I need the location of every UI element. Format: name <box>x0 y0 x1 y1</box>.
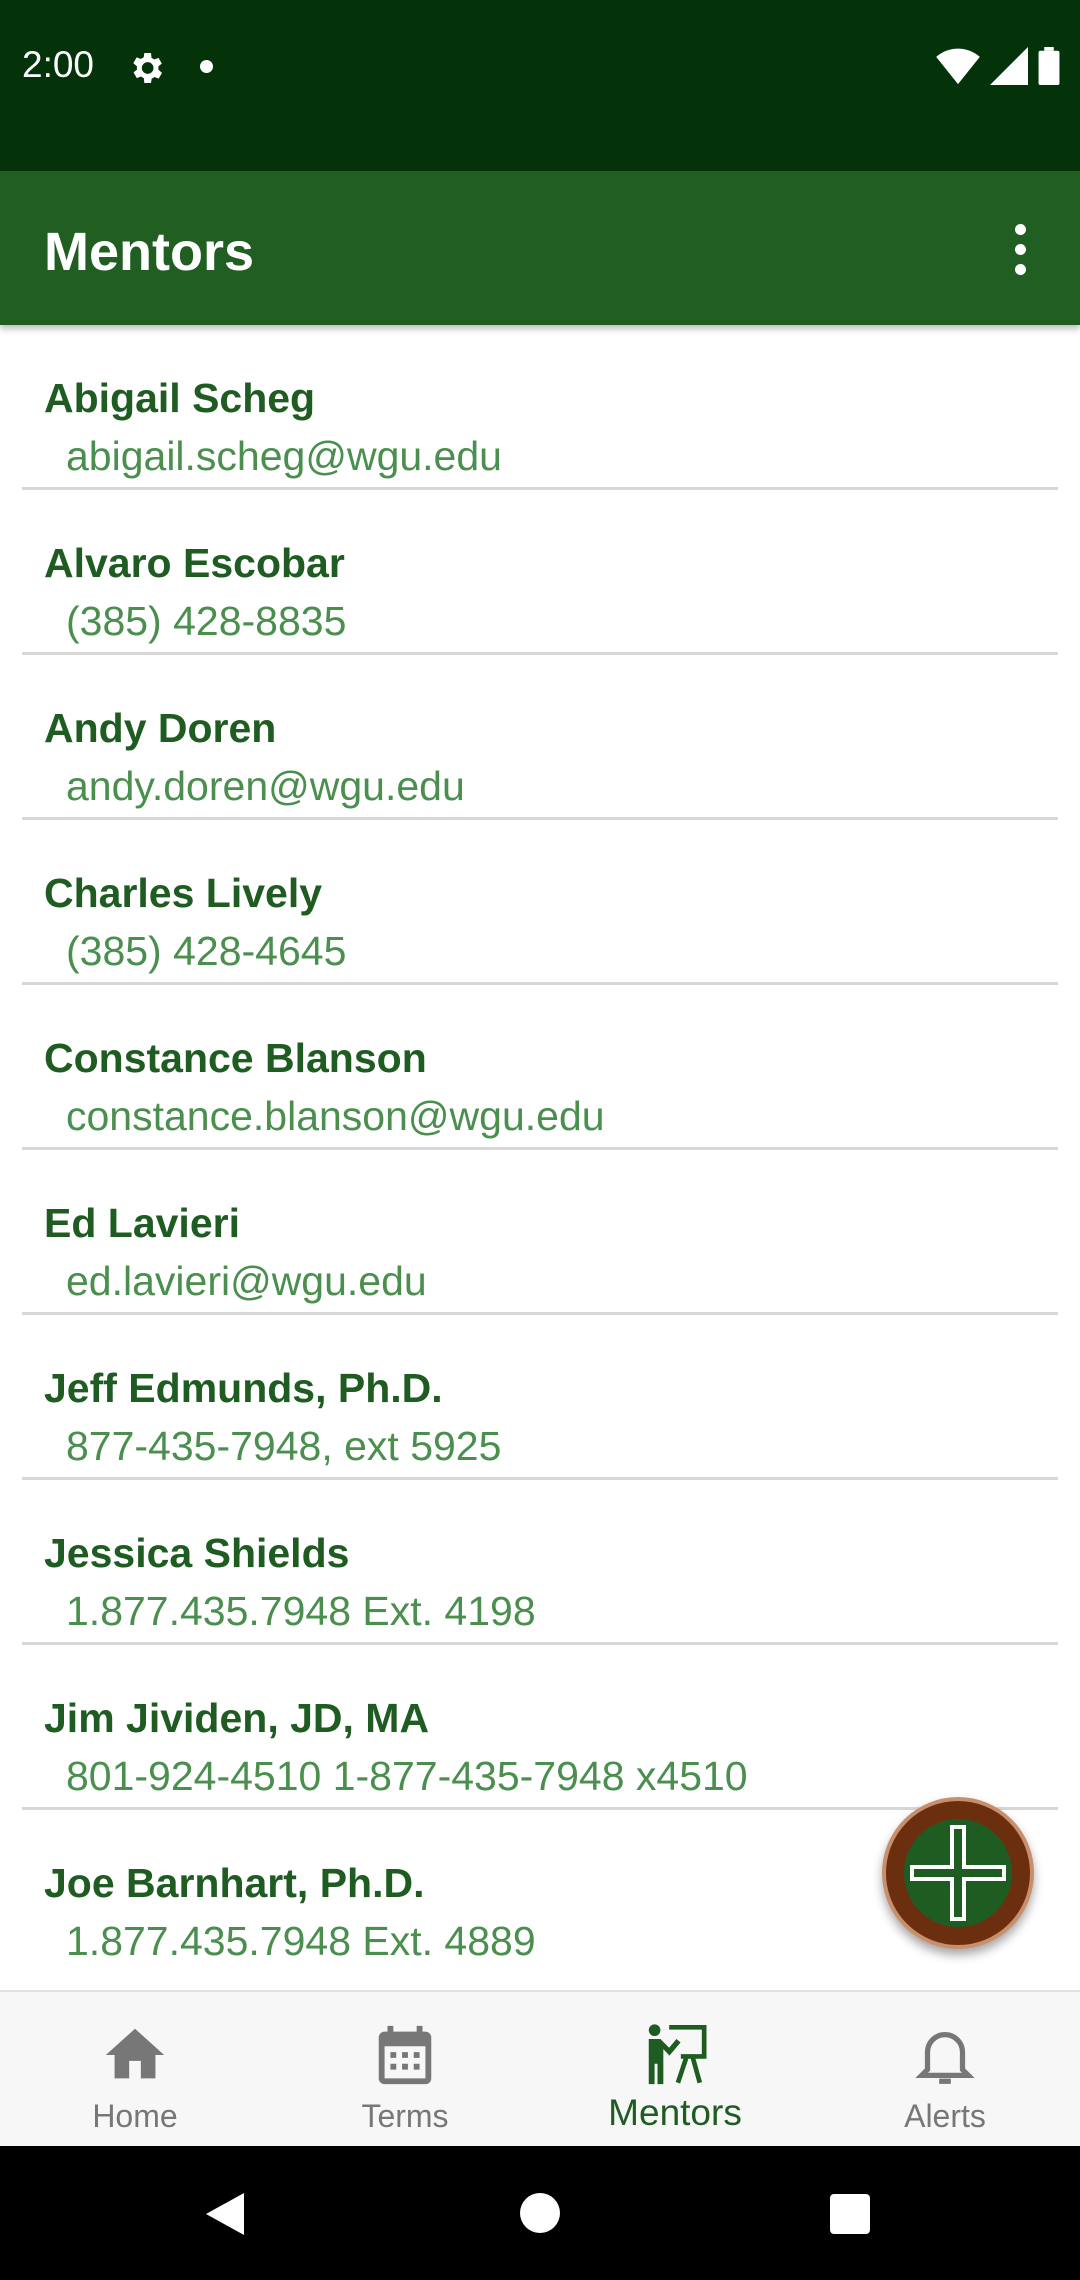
mentor-name: Alvaro Escobar <box>44 540 345 586</box>
list-item[interactable]: Alvaro Escobar (385) 428-8835 <box>0 490 1080 655</box>
list-item[interactable]: Constance Blanson constance.blanson@wgu.… <box>0 985 1080 1150</box>
recents-square-icon[interactable] <box>829 2194 871 2234</box>
mentor-icon <box>640 2020 710 2090</box>
home-circle-icon[interactable] <box>519 2192 561 2234</box>
settings-gear-icon <box>126 48 166 88</box>
mentor-contact: (385) 428-8835 <box>66 598 347 644</box>
mentor-contact: andy.doren@wgu.edu <box>66 763 465 809</box>
overflow-menu-icon[interactable] <box>990 219 1050 279</box>
mentor-name: Jessica Shields <box>44 1530 350 1576</box>
mentor-contact: abigail.scheg@wgu.edu <box>66 433 502 479</box>
mentor-name: Ed Lavieri <box>44 1200 240 1246</box>
mentor-contact: ed.lavieri@wgu.edu <box>66 1258 427 1304</box>
list-item[interactable]: Jessica Shields 1.877.435.7948 Ext. 4198 <box>0 1480 1080 1645</box>
list-item[interactable]: Jeff Edmunds, Ph.D. 877-435-7948, ext 59… <box>0 1315 1080 1480</box>
system-navigation-bar <box>0 2146 1080 2280</box>
mentor-name: Constance Blanson <box>44 1035 427 1081</box>
status-indicators <box>936 46 1060 91</box>
cell-signal-icon <box>990 46 1028 90</box>
mentor-contact: 801-924-4510 1-877-435-7948 x4510 <box>66 1753 748 1799</box>
mentor-name: Jim Jividen, JD, MA <box>44 1695 430 1741</box>
nav-home[interactable]: Home <box>0 1992 270 2148</box>
mentor-name: Joe Barnhart, Ph.D. <box>44 1860 425 1906</box>
status-time: 2:00 <box>22 44 95 85</box>
nav-alerts[interactable]: Alerts <box>810 1992 1080 2148</box>
list-item[interactable]: Jim Jividen, JD, MA 801-924-4510 1-877-4… <box>0 1645 1080 1810</box>
add-mentor-button[interactable] <box>882 1797 1034 1949</box>
mentor-contact: constance.blanson@wgu.edu <box>66 1093 605 1139</box>
nav-terms[interactable]: Terms <box>270 1992 540 2148</box>
wifi-icon <box>936 46 980 91</box>
nav-mentors[interactable]: Mentors <box>540 1992 810 2148</box>
list-item[interactable]: Abigail Scheg abigail.scheg@wgu.edu <box>0 325 1080 490</box>
home-icon <box>100 2020 170 2090</box>
status-bar: 2:00 <box>0 0 1080 171</box>
mentor-name: Jeff Edmunds, Ph.D. <box>44 1365 443 1411</box>
list-item[interactable]: Ed Lavieri ed.lavieri@wgu.edu <box>0 1150 1080 1315</box>
page-title: Mentors <box>44 222 255 282</box>
mentor-name: Abigail Scheg <box>44 375 316 421</box>
plus-icon <box>904 1819 1012 1927</box>
nav-terms-label: Terms <box>361 2098 449 2134</box>
mentor-contact: (385) 428-4645 <box>66 928 347 974</box>
battery-icon <box>1038 46 1060 90</box>
list-item[interactable]: Charles Lively (385) 428-4645 <box>0 820 1080 985</box>
mentor-name: Andy Doren <box>44 705 277 751</box>
mentor-contact: 1.877.435.7948 Ext. 4889 <box>66 1918 536 1964</box>
calendar-icon <box>370 2020 440 2090</box>
nav-alerts-label: Alerts <box>904 2098 986 2134</box>
back-icon[interactable] <box>204 2191 246 2237</box>
notification-dot-icon <box>200 60 213 73</box>
bell-icon <box>910 2020 980 2090</box>
app-bar: Mentors <box>0 171 1080 325</box>
bottom-navigation: Home Terms Mentors Alerts <box>0 1990 1080 2148</box>
nav-home-label: Home <box>92 2098 178 2134</box>
list-item[interactable]: Andy Doren andy.doren@wgu.edu <box>0 655 1080 820</box>
mentor-list: Abigail Scheg abigail.scheg@wgu.edu Alva… <box>0 325 1080 1990</box>
mentor-contact: 1.877.435.7948 Ext. 4198 <box>66 1588 536 1634</box>
nav-mentors-label: Mentors <box>608 2092 742 2133</box>
mentor-name: Charles Lively <box>44 870 323 916</box>
mentor-contact: 877-435-7948, ext 5925 <box>66 1423 502 1469</box>
